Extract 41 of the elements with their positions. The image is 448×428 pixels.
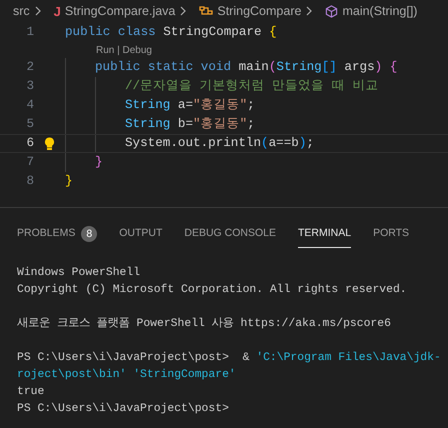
chevron-icon — [305, 6, 314, 16]
panel-tab[interactable]: OUTPUT — [119, 220, 162, 248]
terminal-line: PS C:\Users\i\JavaProject\post> — [17, 402, 229, 417]
line-number: 3 — [25, 78, 34, 96]
line-number: 8 — [25, 173, 34, 190]
breadcrumb-item[interactable]: StringCompare — [217, 2, 302, 20]
code-line: //문자열을 기본형처럼 만들었을 때 비교 — [125, 78, 378, 96]
breadcrumb-item[interactable]: main(String[]) — [342, 2, 418, 20]
line-number: 1 — [25, 24, 34, 42]
line-number: 7 — [25, 154, 34, 172]
line-number: 4 — [25, 97, 34, 114]
breadcrumb-item[interactable]: StringCompare.java — [64, 2, 176, 20]
panel-tab[interactable]: PORTS — [373, 220, 410, 248]
breadcrumb-item[interactable]: src — [13, 2, 30, 20]
java-file-icon: J — [54, 4, 61, 18]
code-line: public static void main(String[] args) { — [95, 59, 398, 76]
chevron-icon — [34, 6, 42, 16]
line-number: 6 — [25, 135, 34, 152]
terminal-line: Windows PowerShell — [17, 266, 140, 281]
panel-tab[interactable]: PROBLEMS — [17, 220, 76, 248]
code-line: } — [65, 173, 73, 190]
code-line: String b="홍길동"; — [125, 116, 255, 134]
chevron-icon — [179, 6, 188, 16]
line-number: 5 — [25, 116, 34, 134]
lightbulb-icon[interactable] — [44, 136, 55, 150]
panel-tab[interactable]: TERMINAL — [298, 220, 352, 248]
cube-icon — [325, 4, 338, 18]
terminal-line: roject\post\bin' 'StringCompare' — [17, 368, 236, 383]
terminal-line: true — [17, 385, 44, 400]
terminal-line: Copyright (C) Microsoft Corporation. All rights reserved. — [17, 282, 407, 298]
count-badge: 8 — [81, 226, 98, 242]
code-line: String a="홍길동"; — [125, 97, 255, 114]
terminal-line: 새로운 크로스 플랫폼 PowerShell 사용 https://aka.ms/pscore6 — [17, 316, 391, 332]
code-line: public class StringCompare { — [65, 24, 277, 42]
terminal-line: PS C:\Users\i\JavaProject\post> & 'C:\Program Files\Java\jdk- — [17, 350, 441, 366]
code-line: System.out.println(a==b); — [125, 135, 314, 152]
codelens-links[interactable]: Run | Debug — [96, 42, 152, 58]
panel-tab[interactable]: DEBUG CONSOLE — [184, 220, 276, 248]
class-icon — [199, 5, 214, 17]
code-line: } — [95, 154, 103, 172]
line-number: 2 — [25, 59, 34, 76]
